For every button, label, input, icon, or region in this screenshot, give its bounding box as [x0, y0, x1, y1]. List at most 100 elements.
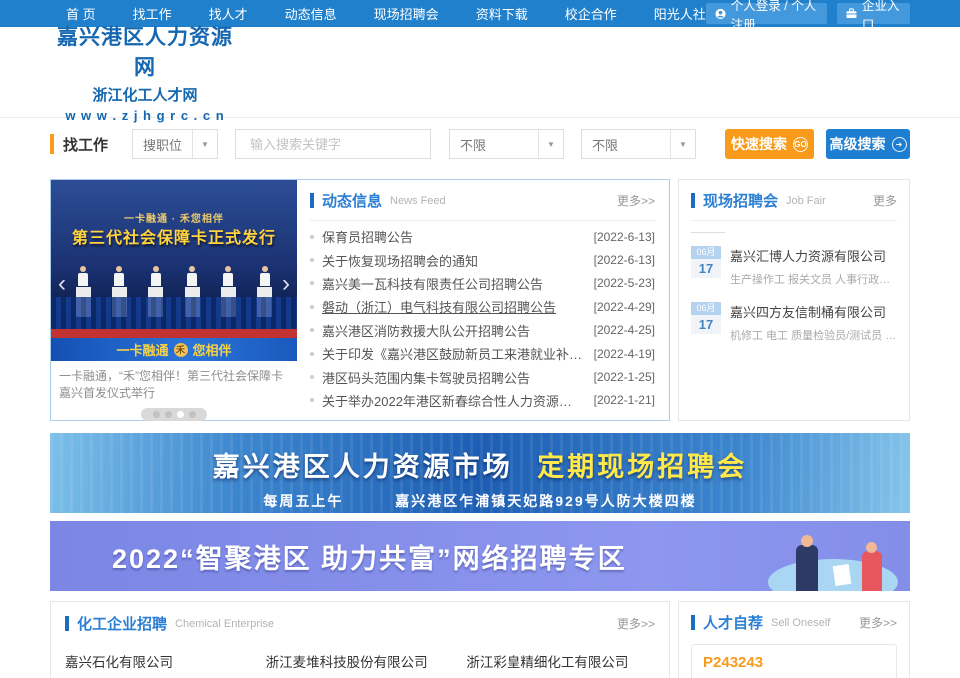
carousel-prev-button[interactable]: ‹: [58, 272, 66, 296]
news-list: 保育员招聘公告 [2022-6-13] 关于恢复现场招聘会的通知 [2022-6…: [310, 225, 655, 412]
jobfair-item: 06月 17 嘉兴汇博人力资源有限公司 生产操作工 报关文员 人事行政助理...: [691, 246, 897, 287]
date-badge-month: 06月: [691, 302, 721, 315]
chevron-down-icon: ▼: [670, 130, 695, 158]
jobfair-jobs: 生产操作工 报关文员 人事行政助理...: [730, 271, 897, 287]
talent-code[interactable]: P243243: [703, 654, 885, 671]
news-item-title[interactable]: 港区码头范围内集卡驾驶员招聘公告: [322, 368, 594, 387]
keyword-search-box: [235, 129, 431, 159]
go-icon: GO: [793, 137, 808, 152]
divider: [310, 220, 655, 221]
carousel-dot[interactable]: [165, 411, 172, 418]
chem-company-name[interactable]: 浙江彩皇精细化工有限公司: [466, 651, 655, 671]
chem-panel-title: 化工企业招聘: [77, 613, 167, 634]
jobfair-item: 06月 17 嘉兴四方友信制桶有限公司 机修工 电工 质量检验员/测试员 叉车.…: [691, 302, 897, 343]
bullet-icon: [310, 305, 314, 309]
jobfair-more-link[interactable]: 更多: [873, 192, 897, 209]
chem-panel-subtitle: Chemical Enterprise: [175, 618, 274, 630]
news-item-title[interactable]: 关于印发《嘉兴港区鼓励新员工来港就业补助操作...: [322, 344, 594, 363]
chem-company-name[interactable]: 浙江麦堆科技股份有限公司: [266, 651, 455, 671]
chem-more-link[interactable]: 更多>>: [617, 615, 655, 632]
carousel-slide[interactable]: 一卡融通 · 禾您相伴 第三代社会保障卡正式发行 一卡融通 禾 您相伴: [51, 180, 297, 361]
briefcase-icon: [846, 7, 857, 20]
news-item-title[interactable]: 保育员招聘公告: [322, 227, 594, 246]
filter1-select[interactable]: 不限 ▼: [449, 129, 564, 159]
nav-item[interactable]: 现场招聘会: [374, 4, 439, 23]
personal-login-label: 个人登录 / 个人注册: [731, 0, 818, 33]
quick-search-button[interactable]: 快速搜索 GO: [725, 129, 814, 159]
jobfair-market-banner[interactable]: 嘉兴港区人力资源市场 定期现场招聘会 每周五上午 嘉兴港区乍浦镇天妃路929号人…: [50, 433, 910, 513]
news-item-date: [2022-6-13]: [594, 253, 655, 267]
arrow-right-icon: ➜: [892, 137, 907, 152]
news-item: 港区码头范围内集卡驾驶员招聘公告 [2022-1-25]: [310, 365, 655, 388]
carousel-dot[interactable]: [177, 411, 184, 418]
banner1-address: 嘉兴港区乍浦镇天妃路929号人防大楼四楼: [395, 493, 696, 509]
bullet-icon: [310, 328, 314, 332]
slide-footer-left: 一卡融通: [116, 340, 168, 359]
news-item-date: [2022-1-21]: [594, 393, 655, 407]
news-item-title[interactable]: 嘉兴美一瓦科技有限责任公司招聘公告: [322, 274, 594, 293]
carousel-next-button[interactable]: ›: [282, 272, 290, 296]
jobfair-panel-title: 现场招聘会: [703, 190, 778, 211]
news-more-link[interactable]: 更多>>: [617, 192, 655, 209]
carousel-dots: [141, 408, 207, 421]
talent-more-link[interactable]: 更多>>: [859, 614, 897, 631]
banner2-person-illustration: [796, 545, 818, 591]
bullet-icon: [310, 398, 314, 402]
news-item-date: [2022-4-25]: [594, 323, 655, 337]
nav-item[interactable]: 资料下载: [476, 4, 528, 23]
nav-item[interactable]: 阳光人社: [654, 4, 706, 23]
personal-login-button[interactable]: 个人登录 / 个人注册: [706, 3, 827, 24]
news-item-title[interactable]: 关于恢复现场招聘会的通知: [322, 251, 594, 270]
date-badge: 06月 17: [691, 302, 721, 343]
chem-company-name[interactable]: 嘉兴石化有限公司: [65, 651, 254, 671]
enterprise-entry-button[interactable]: 企业入口: [837, 3, 910, 24]
news-item-title[interactable]: 磐动（浙江）电气科技有限公司招聘公告: [322, 297, 594, 316]
advanced-search-label: 高级搜索: [830, 134, 886, 154]
slide-top-line: 一卡融通 · 禾您相伴: [51, 210, 297, 225]
carousel-caption[interactable]: 一卡融通，“禾”您相伴！第三代社会保障卡嘉兴首发仪式举行: [51, 361, 297, 403]
news-item-title[interactable]: 关于举办2022年港区新春综合性人力资源暨春风...: [322, 391, 594, 410]
category-select-value: 搜职位: [133, 130, 192, 158]
slide-headline: 第三代社会保障卡正式发行: [51, 224, 297, 248]
banner1-title-accent: 定期现场招聘会: [537, 452, 747, 482]
jobfair-company[interactable]: 嘉兴四方友信制桶有限公司: [730, 302, 897, 321]
divider: [691, 220, 897, 221]
banner2-paper-illustration: [833, 564, 852, 586]
bullet-icon: [310, 235, 314, 239]
nav-item[interactable]: 校企合作: [565, 4, 617, 23]
news-item-title[interactable]: 嘉兴港区消防救援大队公开招聘公告: [322, 321, 594, 340]
category-select[interactable]: 搜职位 ▼: [132, 129, 218, 159]
talent-panel: 人才自荐 Sell Oneself 更多>> P243243 男 ｜ 嘉兴市->…: [678, 601, 910, 678]
talent-panel-title: 人才自荐: [703, 612, 763, 633]
news-item-date: [2022-4-29]: [594, 300, 655, 314]
chemical-enterprise-panel: 化工企业招聘 Chemical Enterprise 更多>> 嘉兴石化有限公司…: [50, 601, 670, 678]
online-recruitment-banner[interactable]: 2022“智聚港区 助力共富”网络招聘专区: [50, 521, 910, 591]
nav-item[interactable]: 动态信息: [285, 4, 337, 23]
carousel-dot[interactable]: [189, 411, 196, 418]
news-item: 保育员招聘公告 [2022-6-13]: [310, 225, 655, 248]
date-badge-day: 17: [691, 259, 721, 278]
site-logo[interactable]: 嘉兴港区人力资源网 浙江化工人才网 w w w . z j h g r c . …: [55, 21, 235, 123]
talent-panel-subtitle: Sell Oneself: [771, 617, 830, 629]
jobfair-company[interactable]: 嘉兴汇博人力资源有限公司: [730, 246, 897, 265]
news-panel-title: 动态信息: [322, 190, 382, 211]
advanced-search-button[interactable]: 高级搜索 ➜: [826, 129, 910, 159]
section-bar: [691, 193, 695, 208]
search-scope-label: 找工作: [63, 134, 108, 155]
chevron-down-icon: ▼: [538, 130, 563, 158]
filter2-select-value: 不限: [582, 130, 670, 158]
banner2-title: 2022“智聚港区 助力共富”网络招聘专区: [112, 537, 627, 576]
jobfair-panel-subtitle: Job Fair: [786, 195, 826, 207]
jobfair-jobs: 机修工 电工 质量检验员/测试员 叉车...: [730, 327, 897, 343]
news-item-date: [2022-5-23]: [594, 276, 655, 290]
carousel-dot[interactable]: [153, 411, 160, 418]
news-item-date: [2022-6-13]: [594, 230, 655, 244]
jobfair-panel: 现场招聘会 Job Fair 更多 06月 17 嘉兴汇博人力资源有限公司 生产…: [678, 179, 910, 421]
keyword-input[interactable]: [250, 137, 426, 152]
slide-led-floor: [51, 297, 297, 331]
site-title: 嘉兴港区人力资源网: [55, 21, 235, 81]
search-bar: 找工作 搜职位 ▼ 不限 ▼ 不限 ▼ 快速搜索 GO 高级搜索 ➜: [50, 128, 910, 160]
filter2-select[interactable]: 不限 ▼: [581, 129, 696, 159]
enterprise-entry-label: 企业入口: [862, 0, 901, 33]
chem-company: 浙江麦堆科技股份有限公司 销售专员 会计 土建主管: [266, 651, 455, 678]
